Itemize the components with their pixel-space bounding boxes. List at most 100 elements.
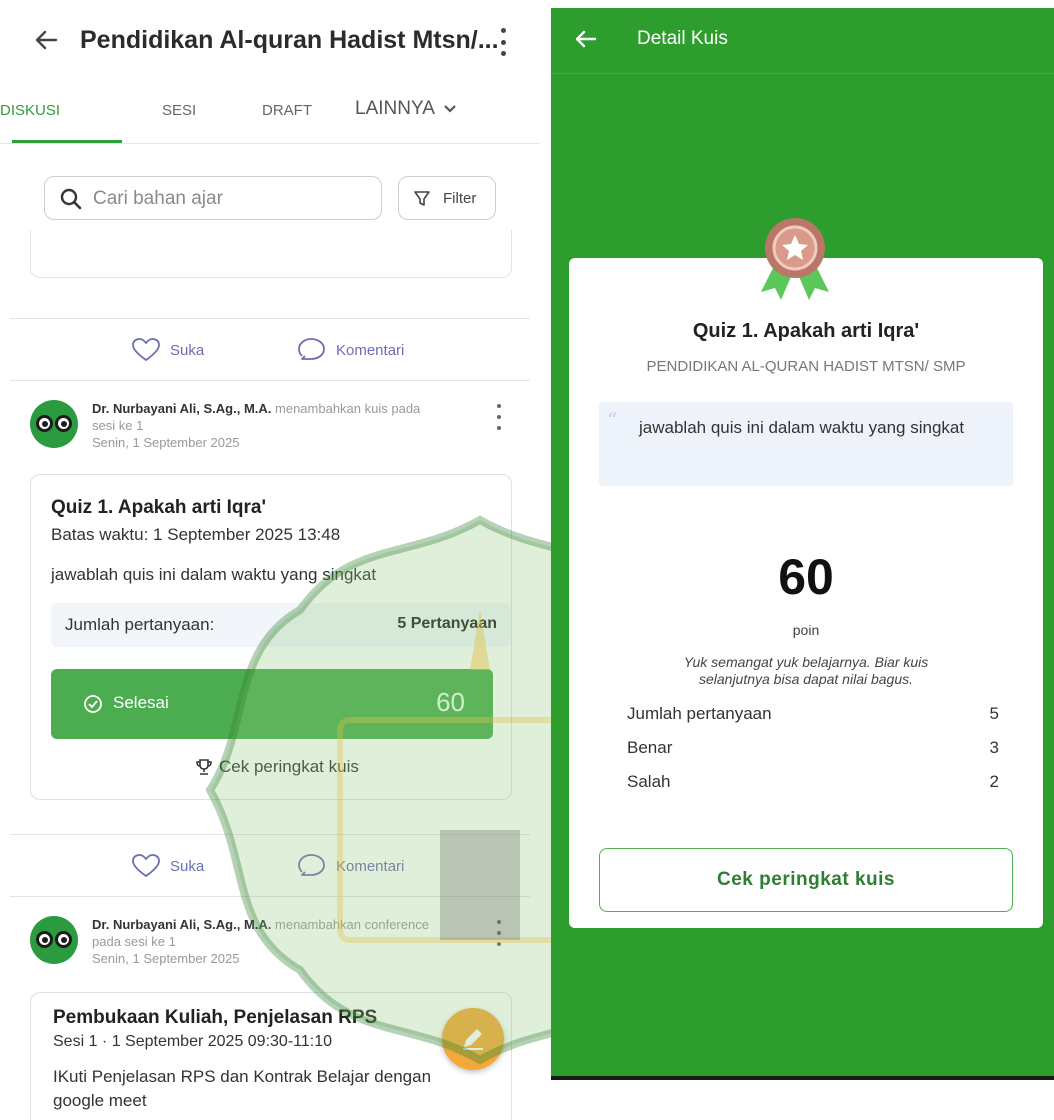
like-label: Suka bbox=[170, 857, 205, 875]
back-arrow-icon[interactable] bbox=[573, 26, 599, 52]
like-button[interactable]: Suka bbox=[132, 854, 204, 878]
conference-card[interactable]: Pembukaan Kuliah, Penjelasan RPS Sesi 1 … bbox=[30, 992, 512, 1120]
medal-icon bbox=[761, 218, 829, 300]
conference-session: Sesi 1 · 1 September 2025 09:30-11:10 bbox=[53, 1033, 332, 1050]
quiz-score: 60 bbox=[436, 687, 465, 717]
post-author: Dr. Nurbayani Ali, S.Ag., M.A. bbox=[92, 401, 272, 416]
stat-label: Salah bbox=[627, 772, 671, 791]
previous-post-card bbox=[30, 230, 512, 278]
trophy-icon bbox=[196, 759, 212, 775]
stat-label: Jumlah pertanyaan bbox=[627, 704, 772, 723]
quiz-title: Quiz 1. Apakah arti Iqra' bbox=[51, 497, 266, 518]
stat-value: 2 bbox=[989, 772, 999, 791]
filter-label: Filter bbox=[443, 190, 477, 207]
stat-row-correct: Benar 3 bbox=[627, 738, 999, 758]
comment-label: Komentari bbox=[336, 341, 405, 359]
stat-value: 5 bbox=[989, 704, 999, 723]
quiz-detail-screen: Detail Kuis Quiz 1. Apakah arti Iqra' PE… bbox=[551, 8, 1054, 1080]
post-meta: Dr. Nurbayani Ali, S.Ag., M.A. menambahk… bbox=[92, 916, 482, 967]
filter-button[interactable]: Filter bbox=[398, 176, 496, 220]
post-date: Senin, 1 September 2025 bbox=[92, 951, 240, 966]
comment-button[interactable]: Komentari bbox=[298, 854, 404, 878]
motivation-line-2: selanjutnya bisa dapat nilai bagus. bbox=[698, 671, 914, 687]
quiz-done-button[interactable]: Selesai 60 bbox=[51, 669, 493, 739]
search-icon bbox=[60, 188, 82, 210]
comment-label: Komentari bbox=[336, 857, 405, 875]
conference-description-2: google meet bbox=[53, 1091, 147, 1110]
comment-icon bbox=[298, 338, 325, 360]
search-placeholder: Cari bahan ajar bbox=[93, 188, 223, 209]
quiz-status: Selesai bbox=[113, 693, 169, 712]
score-unit: poin bbox=[792, 622, 820, 638]
post-date: Senin, 1 September 2025 bbox=[92, 435, 240, 450]
post-actions: Suka Komentari bbox=[10, 320, 530, 378]
divider bbox=[10, 380, 530, 381]
tab-draft[interactable]: DRAFT bbox=[262, 102, 312, 119]
like-button[interactable]: Suka bbox=[132, 338, 204, 362]
quiz-description: jawablah quis ini dalam waktu yang singk… bbox=[51, 565, 377, 584]
rank-link[interactable]: Cek peringkat kuis bbox=[195, 757, 359, 777]
check-circle-icon bbox=[84, 695, 102, 713]
stat-row-questions: Jumlah pertanyaan 5 bbox=[627, 704, 999, 724]
quiz-result-card: Quiz 1. Apakah arti Iqra' PENDIDIKAN AL-… bbox=[569, 258, 1043, 928]
post-session: pada sesi ke 1 bbox=[92, 934, 176, 949]
comment-icon bbox=[298, 854, 325, 876]
active-tab-indicator bbox=[12, 140, 122, 143]
avatar-owl bbox=[30, 916, 78, 964]
page-title: Pendidikan Al-quran Hadist Mtsn/... bbox=[80, 26, 499, 54]
back-arrow-icon[interactable] bbox=[32, 26, 60, 54]
tab-sesi[interactable]: SESI bbox=[162, 102, 196, 119]
tab-lainnya-label: LAINNYA bbox=[355, 98, 435, 119]
create-fab-button[interactable] bbox=[442, 1008, 504, 1070]
conference-description: IKuti Penjelasan RPS dan Kontrak Belajar… bbox=[53, 1067, 432, 1086]
chevron-down-icon bbox=[444, 105, 456, 113]
tab-lainnya[interactable]: LAINNYA bbox=[355, 98, 457, 120]
divider bbox=[10, 318, 530, 319]
like-label: Suka bbox=[170, 341, 205, 359]
quote-icon: “ bbox=[607, 408, 618, 432]
filter-icon bbox=[414, 191, 430, 206]
stat-value: 3 bbox=[989, 738, 999, 757]
detail-app-bar: Detail Kuis bbox=[551, 8, 1054, 74]
avatar-owl bbox=[30, 400, 78, 448]
screen-bottom-edge bbox=[551, 1076, 1054, 1080]
rank-link-label: Cek peringkat kuis bbox=[219, 757, 359, 776]
divider bbox=[10, 834, 530, 835]
heart-icon bbox=[132, 338, 160, 362]
quiz-instruction: jawablah quis ini dalam waktu yang singk… bbox=[639, 418, 965, 437]
heart-icon bbox=[132, 854, 160, 878]
post-header: Dr. Nurbayani Ali, S.Ag., M.A. menambahk… bbox=[30, 916, 510, 976]
comment-button[interactable]: Komentari bbox=[298, 338, 404, 362]
conference-title: Pembukaan Kuliah, Penjelasan RPS bbox=[53, 1007, 378, 1028]
tab-diskusi[interactable]: DISKUSI bbox=[0, 102, 60, 119]
pencil-icon bbox=[463, 1029, 483, 1050]
post-actions: Suka Komentari bbox=[10, 836, 530, 894]
divider bbox=[10, 896, 530, 897]
stat-row-wrong: Salah 2 bbox=[627, 772, 999, 792]
post-session: sesi ke 1 bbox=[92, 418, 144, 433]
result-quiz-title: Quiz 1. Apakah arti Iqra' bbox=[692, 320, 920, 342]
quiz-card[interactable]: Quiz 1. Apakah arti Iqra' Batas waktu: 1… bbox=[30, 474, 512, 800]
post-more-icon[interactable] bbox=[494, 920, 504, 946]
question-count-value: 5 Pertanyaan bbox=[397, 615, 497, 632]
tab-bar: DISKUSI SESI DRAFT LAINNYA bbox=[0, 82, 540, 144]
rank-button[interactable]: Cek peringkat kuis bbox=[599, 848, 1013, 912]
result-course-name: PENDIDIKAN AL-QURAN HADIST MTSN/ SMP bbox=[646, 358, 966, 375]
search-input[interactable]: Cari bahan ajar bbox=[44, 176, 382, 220]
post-meta: Dr. Nurbayani Ali, S.Ag., M.A. menambahk… bbox=[92, 400, 482, 451]
result-score: 60 bbox=[778, 549, 834, 605]
post-header: Dr. Nurbayani Ali, S.Ag., M.A. menambahk… bbox=[30, 400, 510, 460]
more-vert-icon[interactable] bbox=[496, 28, 510, 56]
stat-label: Benar bbox=[627, 738, 673, 757]
quiz-deadline: Batas waktu: 1 September 2025 13:48 bbox=[51, 525, 341, 544]
post-action: menambahkan kuis pada bbox=[275, 401, 421, 416]
motivation-text: Yuk semangat yuk belajarnya. Biar kuis s… bbox=[569, 654, 1043, 688]
post-more-icon[interactable] bbox=[494, 404, 504, 430]
post-action: menambahkan conference bbox=[275, 917, 429, 932]
quiz-instruction-box: “ jawablah quis ini dalam waktu yang sin… bbox=[599, 402, 1013, 486]
course-screen: Pendidikan Al-quran Hadist Mtsn/... DISK… bbox=[0, 0, 540, 1120]
motivation-line-1: Yuk semangat yuk belajarnya. Biar kuis bbox=[683, 654, 929, 670]
app-bar: Pendidikan Al-quran Hadist Mtsn/... bbox=[0, 0, 540, 82]
post-author: Dr. Nurbayani Ali, S.Ag., M.A. bbox=[92, 917, 272, 932]
detail-title: Detail Kuis bbox=[637, 28, 728, 49]
